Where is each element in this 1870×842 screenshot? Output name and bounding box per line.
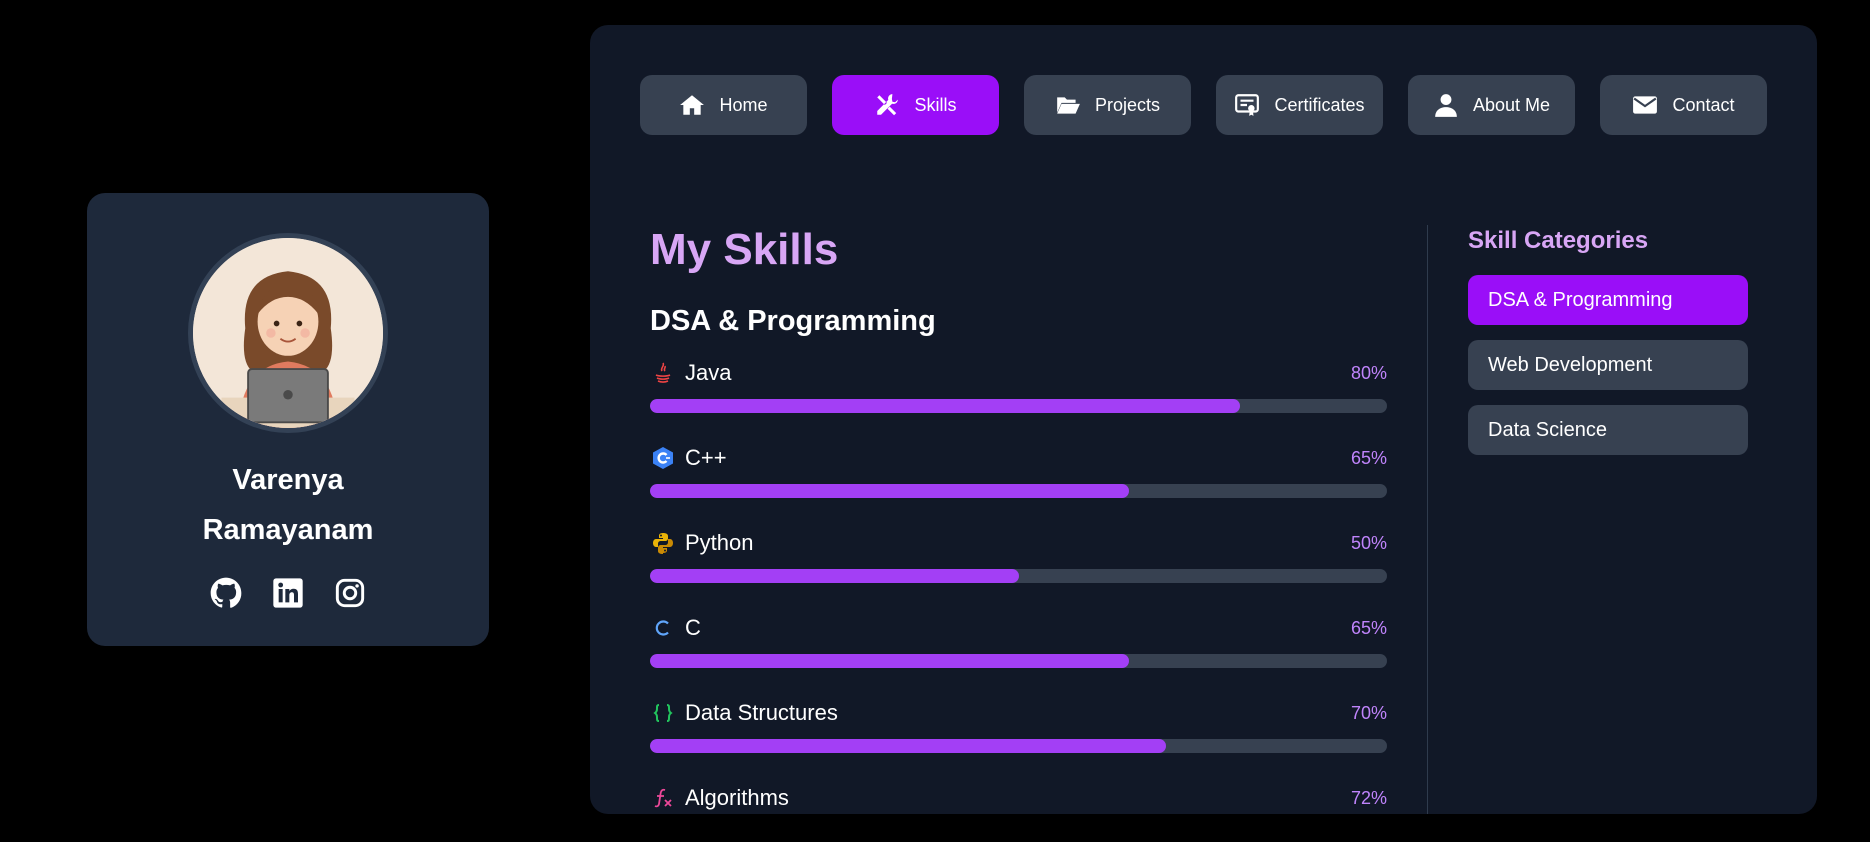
skill-progress-bar — [650, 569, 1387, 583]
skill-name: C — [685, 615, 701, 640]
skill-item: Python 50% — [650, 528, 1387, 613]
skill-progress-bar — [650, 654, 1387, 668]
skill-percent: 50% — [1350, 532, 1387, 553]
folder-open-icon — [1057, 97, 1080, 114]
skill-progress-bar — [650, 484, 1387, 498]
skill-progress-fill — [650, 654, 1130, 668]
nav-about-button[interactable]: About Me — [1408, 75, 1575, 135]
github-icon[interactable] — [210, 577, 242, 609]
skill-progress-bar — [650, 399, 1387, 413]
skill-name: C++ — [685, 445, 727, 470]
category-web-button[interactable]: Web Development — [1468, 340, 1748, 390]
tools-icon — [877, 94, 899, 116]
page-title: My Skills — [650, 225, 839, 274]
user-icon — [1435, 94, 1457, 117]
profile-card: Varenya Ramayanam — [87, 193, 489, 646]
nav-label: About Me — [1472, 94, 1551, 115]
nav-label: Skills — [914, 94, 957, 115]
skill-percent: 70% — [1350, 702, 1387, 723]
nav-label: Certificates — [1274, 94, 1365, 115]
nav-label: Projects — [1094, 94, 1161, 115]
profile-name: Varenya Ramayanam — [202, 464, 374, 546]
function-icon — [650, 785, 676, 811]
skill-item: Algorithms 72% — [650, 783, 1387, 814]
skill-percent: 65% — [1350, 617, 1387, 638]
java-icon — [650, 360, 676, 386]
braces-icon — [650, 700, 676, 726]
avatar — [188, 233, 388, 433]
linkedin-icon[interactable] — [272, 577, 304, 609]
nav-bar: Home Skills Projects Certificates About … — [640, 75, 1767, 135]
skill-name: Java — [685, 360, 732, 385]
skill-progress-fill — [650, 399, 1240, 413]
skill-item: C++ 65% — [650, 443, 1387, 528]
envelope-icon — [1633, 96, 1658, 114]
instagram-icon[interactable] — [334, 577, 366, 609]
skill-name: Algorithms — [685, 785, 789, 810]
section-title: DSA & Programming — [650, 305, 936, 337]
skills-content: My Skills DSA & Programming Java 80% C++… — [650, 225, 1387, 814]
nav-label: Contact — [1672, 94, 1735, 115]
category-data-science-button[interactable]: Data Science — [1468, 405, 1748, 455]
nav-skills-button[interactable]: Skills — [832, 75, 999, 135]
certificate-icon — [1235, 94, 1260, 116]
cpp-icon — [650, 445, 676, 471]
skill-progress-fill — [650, 569, 1019, 583]
skill-name: Python — [685, 530, 754, 555]
category-dsa-button[interactable]: DSA & Programming — [1468, 275, 1748, 325]
skill-percent: 72% — [1350, 787, 1387, 808]
skill-percent: 65% — [1350, 447, 1387, 468]
skill-list: Java 80% C++ 65% Python 50% C 65% Data S… — [650, 358, 1387, 814]
skill-percent: 80% — [1350, 362, 1387, 383]
skill-progress-fill — [650, 739, 1166, 753]
nav-projects-button[interactable]: Projects — [1024, 75, 1191, 135]
home-icon — [680, 95, 705, 115]
c-icon — [650, 615, 676, 641]
vertical-divider — [1427, 225, 1428, 814]
python-icon — [650, 530, 676, 556]
skill-item: Java 80% — [650, 358, 1387, 443]
skill-progress-fill — [650, 484, 1130, 498]
nav-certificates-button[interactable]: Certificates — [1216, 75, 1383, 135]
skill-name: Data Structures — [685, 700, 838, 725]
social-links — [210, 577, 366, 609]
categories-title: Skill Categories — [1468, 227, 1649, 254]
nav-label: Home — [719, 94, 768, 115]
main-panel: Home Skills Projects Certificates About … — [590, 25, 1817, 814]
nav-home-button[interactable]: Home — [640, 75, 807, 135]
avatar-illustration — [193, 238, 383, 428]
skill-categories: Skill Categories DSA & Programming Web D… — [1468, 225, 1748, 455]
skill-item: C 65% — [650, 613, 1387, 698]
nav-contact-button[interactable]: Contact — [1600, 75, 1767, 135]
skill-progress-bar — [650, 739, 1387, 753]
skill-item: Data Structures 70% — [650, 698, 1387, 783]
